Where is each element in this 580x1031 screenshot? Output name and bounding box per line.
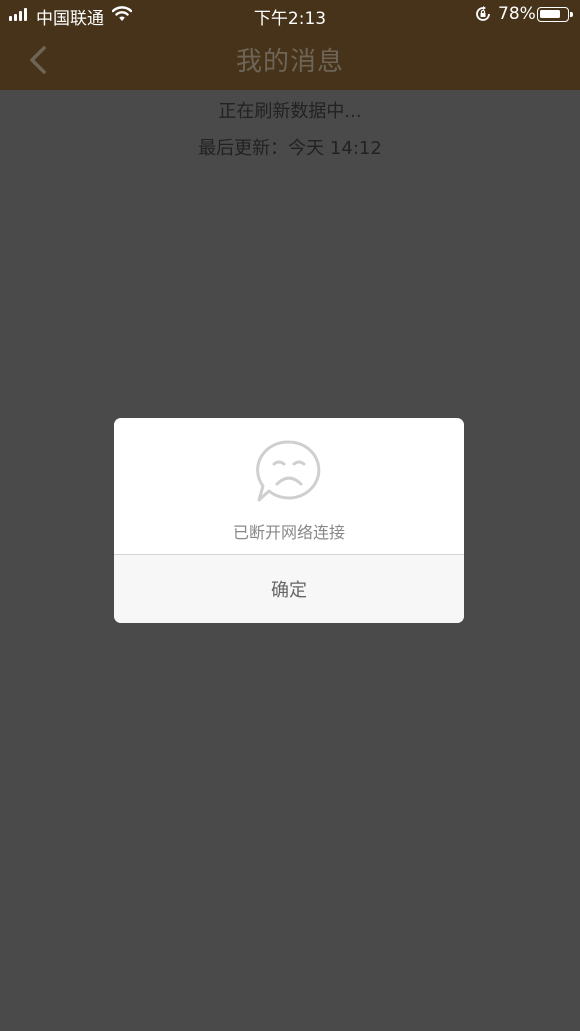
sad-face-speech-bubble-icon bbox=[256, 440, 321, 502]
confirm-button[interactable]: 确定 bbox=[114, 555, 464, 623]
refresh-status-text: 正在刷新数据中... bbox=[218, 101, 362, 122]
alert-dialog: 已断开网络连接 确定 bbox=[114, 418, 464, 623]
status-time: 下午2:13 bbox=[253, 9, 327, 29]
orientation-lock-icon bbox=[476, 6, 490, 21]
status-bar: 中国联通 下午2:13 78% bbox=[0, 0, 580, 30]
battery-percent: 78% bbox=[498, 4, 536, 24]
page-title: 我的消息 bbox=[235, 47, 344, 77]
dialog-message: 已断开网络连接 bbox=[232, 523, 345, 542]
nav-bar: 我的消息 bbox=[0, 30, 580, 90]
last-updated-text: 最后更新：今天 14:12 bbox=[198, 138, 382, 159]
battery-icon bbox=[537, 7, 573, 22]
